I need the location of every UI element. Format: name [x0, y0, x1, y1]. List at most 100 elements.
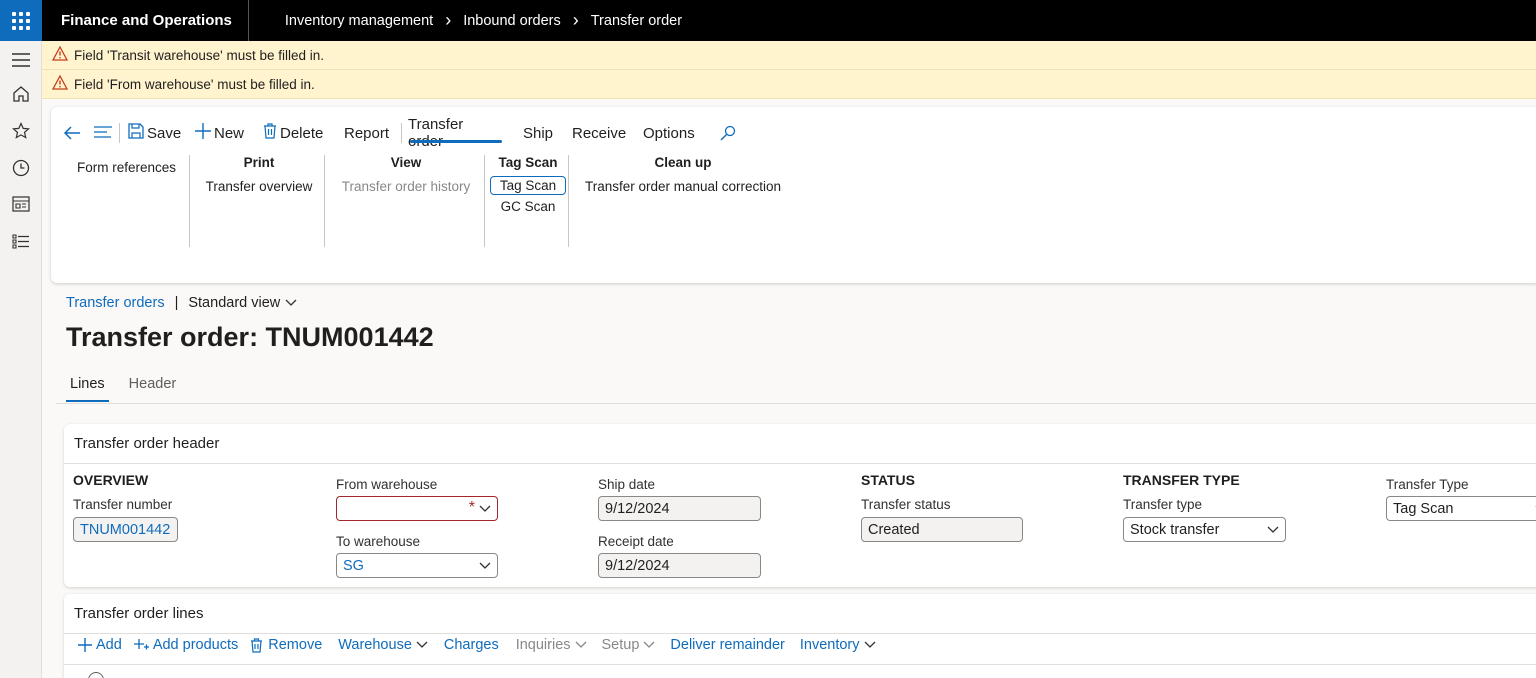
warning-banner-transit: Field 'Transit warehouse' must be filled… [42, 41, 1536, 70]
warning-icon [51, 45, 69, 64]
print-group: Print Transfer overview [203, 155, 315, 194]
trash-icon [251, 637, 263, 653]
chevron-down-icon [416, 641, 428, 648]
chevron-down-icon [1267, 526, 1279, 533]
status-title: STATUS [861, 472, 915, 488]
chevron-down-icon [479, 562, 491, 569]
print-group-title: Print [243, 155, 275, 170]
transfer-status-field[interactable]: Created [861, 517, 1023, 542]
from-warehouse-select[interactable]: * [336, 496, 498, 521]
transfer-type-title: TRANSFER TYPE [1123, 472, 1240, 488]
new-button[interactable]: New [195, 123, 244, 143]
transfer-type-label: Transfer type [1123, 497, 1203, 512]
transfer-number-field[interactable]: TNUM001442 [73, 517, 178, 542]
save-button[interactable]: Save [128, 123, 181, 143]
warehouse-menu-button[interactable]: Warehouse [338, 637, 428, 653]
tagscan-group-title: Tag Scan [498, 155, 558, 170]
divider [56, 403, 1536, 404]
view-group: View Transfer order history [338, 155, 474, 194]
tab-lines[interactable]: Lines [66, 376, 109, 402]
modules-list-icon[interactable] [10, 230, 32, 252]
toolbar-divider [119, 123, 120, 143]
remove-line-button[interactable]: Remove [250, 637, 322, 653]
group-divider [568, 155, 569, 247]
workspaces-icon[interactable] [10, 193, 32, 215]
back-button[interactable] [63, 125, 81, 141]
card-title[interactable]: Transfer order header [64, 424, 1536, 464]
breadcrumb-separator: | [174, 295, 179, 311]
overview-title: OVERVIEW [73, 472, 149, 488]
manual-correction-button[interactable]: Transfer order manual correction [582, 179, 784, 194]
trash-icon [263, 123, 277, 143]
card-title[interactable]: Transfer order lines [64, 594, 1536, 634]
chevron-down-icon [479, 505, 491, 512]
tab-receive[interactable]: Receive [572, 125, 626, 142]
cleanup-group: Clean up Transfer order manual correctio… [582, 155, 784, 194]
page-title: Transfer order: TNUM001442 [66, 322, 434, 352]
tagscan-group: Tag Scan Tag Scan GC Scan [488, 155, 568, 214]
to-warehouse-label: To warehouse [336, 534, 421, 549]
transfer-status-label: Transfer status [861, 497, 951, 512]
warning-text: Field 'Transit warehouse' must be filled… [74, 47, 325, 63]
home-icon[interactable] [10, 83, 32, 105]
transfer-overview-button[interactable]: Transfer overview [203, 179, 315, 194]
hamburger-menu-icon[interactable] [10, 49, 32, 71]
tag-transfer-type-select[interactable]: Tag Scan [1386, 496, 1536, 521]
gc-scan-button[interactable]: GC Scan [488, 199, 568, 214]
view-selector[interactable]: Standard view [188, 295, 297, 311]
inventory-menu-button[interactable]: Inventory [800, 637, 876, 653]
chevron-down-icon [575, 641, 586, 648]
tab-header[interactable]: Header [125, 376, 181, 402]
add-products-icon [133, 639, 149, 650]
receipt-date-field[interactable]: 9/12/2024 [598, 553, 761, 578]
receipt-date-label: Receipt date [598, 534, 674, 549]
action-menu-button[interactable] [94, 126, 112, 140]
chevron-right-icon: › [445, 10, 452, 30]
transfer-orders-link[interactable]: Transfer orders [66, 295, 165, 311]
tab-ship[interactable]: Ship [523, 125, 553, 142]
add-line-button[interactable]: Add [78, 637, 122, 653]
add-products-button[interactable]: Add products [133, 637, 238, 653]
search-icon [720, 125, 736, 141]
overview-group: OVERVIEW Transfer number [73, 472, 172, 512]
tab-options[interactable]: Options [643, 125, 695, 142]
app-title[interactable]: Finance and Operations [42, 0, 249, 41]
tab-transfer-order[interactable]: Transfer order [408, 116, 463, 150]
group-divider [189, 155, 190, 247]
favorites-star-icon[interactable] [10, 120, 32, 142]
warning-banner-from: Field 'From warehouse' must be filled in… [42, 70, 1536, 99]
warning-icon [51, 74, 69, 93]
breadcrumb-transfer-order[interactable]: Transfer order [591, 13, 682, 29]
transfer-type-group: TRANSFER TYPE Transfer type [1123, 472, 1240, 512]
active-tab-indicator [410, 140, 502, 143]
transfer-order-lines-card: Transfer order lines [64, 594, 1536, 678]
breadcrumb-inventory-management[interactable]: Inventory management [285, 13, 433, 29]
tag-transfer-type-label: Transfer Type [1386, 477, 1469, 492]
page-tabs: Lines Header [66, 376, 196, 402]
transfer-order-history-button[interactable]: Transfer order history [338, 179, 474, 194]
delete-button[interactable]: Delete [263, 123, 323, 143]
inquiries-menu-button[interactable]: Inquiries [516, 637, 587, 653]
app-launcher-button[interactable] [0, 0, 42, 41]
select-all-radio[interactable] [88, 672, 104, 678]
recent-clock-icon[interactable] [10, 157, 32, 179]
lines-toolbar: Add Add products Remove Warehouse Charge… [78, 637, 898, 653]
left-navigation [0, 41, 42, 678]
search-button[interactable] [720, 125, 736, 141]
charges-button[interactable]: Charges [444, 637, 499, 653]
chevron-down-icon [285, 299, 297, 306]
deliver-remainder-button[interactable]: Deliver remainder [670, 637, 784, 653]
view-group-title: View [390, 155, 422, 170]
form-references-button[interactable]: Form references [77, 160, 176, 175]
setup-menu-button[interactable]: Setup [602, 637, 656, 653]
report-button[interactable]: Report [344, 125, 389, 142]
ship-date-label: Ship date [598, 477, 656, 492]
toolbar-divider [401, 123, 402, 143]
to-warehouse-select[interactable]: SG [336, 553, 498, 578]
breadcrumb-inbound-orders[interactable]: Inbound orders [463, 13, 561, 29]
group-divider [484, 155, 485, 247]
status-group: STATUS Transfer status [861, 472, 951, 512]
tag-scan-button[interactable]: Tag Scan [489, 176, 567, 195]
ship-date-field[interactable]: 9/12/2024 [598, 496, 761, 521]
transfer-type-select[interactable]: Stock transfer [1123, 517, 1286, 542]
